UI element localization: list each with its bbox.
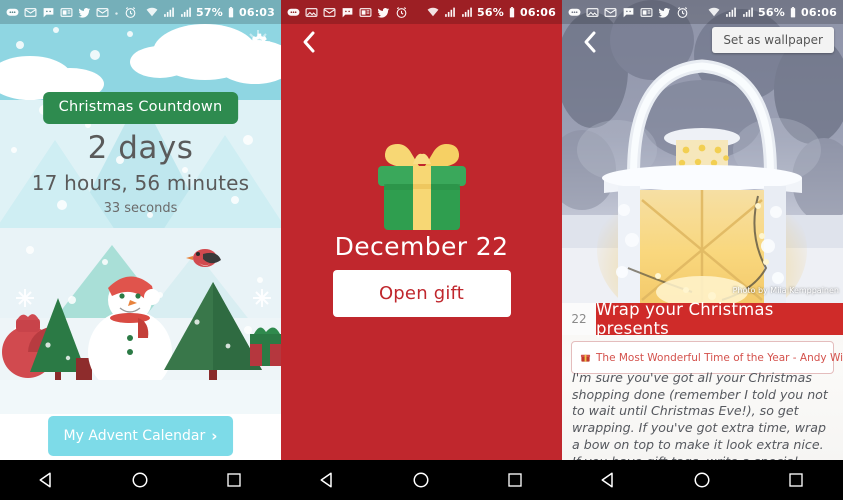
- messenger-icon: [622, 6, 635, 19]
- wifi-icon: [145, 6, 158, 19]
- status-bar-panel-1: 57% 06:03: [0, 0, 281, 24]
- nav-back-triangle-icon[interactable]: [27, 460, 67, 500]
- nav-group-1: [0, 460, 281, 500]
- countdown-days: 2 days: [87, 130, 194, 166]
- photo-credit: Photo by Miia Kemppainen: [732, 286, 839, 295]
- signal-2-icon: [179, 6, 192, 19]
- status-bar-panel-3: 56% 06:06: [562, 0, 843, 24]
- battery-percent: 57%: [196, 5, 223, 19]
- status-icons-left: [287, 6, 426, 19]
- status-icons-right: 57% 06:03: [145, 6, 275, 19]
- back-button[interactable]: [576, 28, 604, 56]
- three-phone-screenshots: 57% 06:03 Christmas Countdown 2 days 17 …: [0, 0, 843, 500]
- alarm-icon: [395, 6, 408, 19]
- chevron-left-icon: [584, 31, 596, 53]
- gmail-icon: [24, 6, 37, 19]
- battery-icon: [508, 6, 516, 19]
- my-advent-calendar-button[interactable]: My Advent Calendar ›: [47, 416, 234, 456]
- messenger-icon: [42, 6, 55, 19]
- signal-2-icon: [741, 6, 754, 19]
- panel-christmas-countdown: 57% 06:03 Christmas Countdown 2 days 17 …: [0, 0, 281, 500]
- nav-group-2: [281, 460, 562, 500]
- share-icon[interactable]: [205, 28, 231, 54]
- status-icons-left: [568, 6, 707, 19]
- chat-icon: [287, 6, 300, 19]
- status-icons-right: 56% 06:06: [707, 6, 837, 19]
- gmail-icon: [96, 6, 109, 19]
- gmail-icon: [323, 6, 336, 19]
- nav-group-3: [562, 460, 843, 500]
- gift-box-icon: [377, 144, 466, 230]
- advent-title-row: 22 Wrap your Christmas presents: [562, 300, 843, 338]
- battery-percent: 56%: [477, 5, 504, 19]
- nav-back-triangle-icon[interactable]: [308, 460, 348, 500]
- alarm-icon: [676, 6, 689, 19]
- clock-time: 06:03: [238, 5, 275, 19]
- signal-1-icon: [443, 6, 456, 19]
- gift-date-label: December 22: [334, 232, 509, 261]
- countdown-badge: Christmas Countdown: [42, 92, 239, 124]
- nav-home-circle-icon[interactable]: [682, 460, 722, 500]
- status-bar-panel-2: 56% 06:06: [281, 0, 562, 24]
- signal-1-icon: [162, 6, 175, 19]
- chat-icon: [568, 6, 581, 19]
- battery-percent: 56%: [758, 5, 785, 19]
- twitter-icon: [658, 6, 671, 19]
- nav-recents-square-icon[interactable]: [776, 460, 816, 500]
- nav-home-circle-icon[interactable]: [120, 460, 160, 500]
- panel-1-action-icons: [205, 28, 271, 54]
- signal-1-icon: [724, 6, 737, 19]
- nav-home-circle-icon[interactable]: [401, 460, 441, 500]
- news-icon: [640, 6, 653, 19]
- messenger-icon: [341, 6, 354, 19]
- alarm-icon: [124, 6, 137, 19]
- twitter-icon: [78, 6, 91, 19]
- status-icons-right: 56% 06:06: [426, 6, 556, 19]
- clock-time: 06:06: [519, 5, 556, 19]
- gear-icon[interactable]: [245, 28, 271, 54]
- advent-title: Wrap your Christmas presents: [596, 300, 843, 338]
- gift-illustration[interactable]: [281, 140, 562, 236]
- countdown-hours-minutes: 17 hours, 56 minutes: [31, 171, 250, 196]
- panel-open-gift: 56% 06:06 December 22 Open gift: [281, 0, 562, 500]
- photo-icon: [586, 6, 599, 19]
- status-icons-left: [6, 6, 145, 19]
- clock-time: 06:06: [800, 5, 837, 19]
- back-button[interactable]: [295, 28, 323, 56]
- news-icon: [60, 6, 73, 19]
- photo-icon: [305, 6, 318, 19]
- nav-back-triangle-icon[interactable]: [589, 460, 629, 500]
- countdown-seconds: 33 seconds: [103, 201, 178, 217]
- battery-icon: [227, 6, 235, 19]
- chevron-right-icon: ›: [211, 427, 218, 445]
- dot-icon: [114, 6, 119, 19]
- news-icon: [359, 6, 372, 19]
- chevron-left-icon: [303, 31, 315, 53]
- signal-2-icon: [460, 6, 473, 19]
- countdown-values: 2 days 17 hours, 56 minutes 33 seconds: [0, 128, 281, 220]
- wifi-icon: [426, 6, 439, 19]
- gmail-icon: [604, 6, 617, 19]
- nav-recents-square-icon[interactable]: [495, 460, 535, 500]
- nav-recents-square-icon[interactable]: [214, 460, 254, 500]
- music-gift-icon: [580, 348, 591, 367]
- open-gift-button[interactable]: Open gift: [332, 270, 511, 317]
- set-as-wallpaper-button[interactable]: Set as wallpaper: [712, 27, 834, 53]
- song-title: The Most Wonderful Time of the Year - An…: [596, 351, 843, 364]
- chat-icon: [6, 6, 19, 19]
- wifi-icon: [707, 6, 720, 19]
- twitter-icon: [377, 6, 390, 19]
- day-number: 22: [562, 303, 596, 335]
- panel-advent-day: Photo by Miia Kemppainen 56% 06:06 Set a…: [562, 0, 843, 500]
- advent-button-label: My Advent Calendar: [63, 428, 206, 444]
- android-navigation-bar: [0, 460, 843, 500]
- battery-icon: [789, 6, 797, 19]
